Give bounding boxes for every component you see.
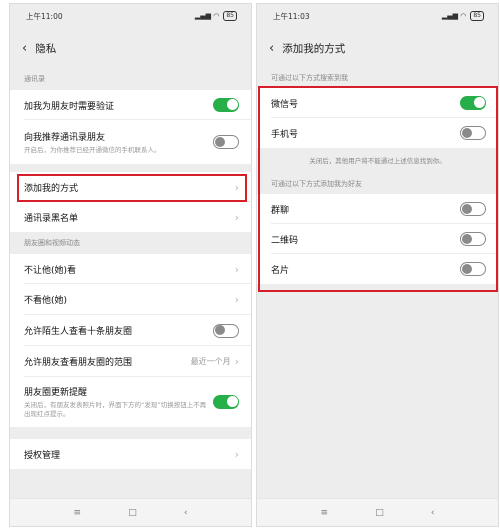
- verify-label: 加我为朋友时需要验证: [24, 101, 115, 112]
- status-time: 上午11:00: [26, 11, 63, 21]
- update-toggle[interactable]: [213, 395, 239, 409]
- range-row[interactable]: 允许朋友查看朋友圈的范围 最近一个月 ›: [10, 346, 251, 377]
- battery-icon: 85: [470, 11, 484, 21]
- nav-bar: ≡ □ ‹: [257, 498, 498, 526]
- page-title: 隐私: [35, 42, 57, 55]
- menu-icon[interactable]: ≡: [321, 508, 329, 518]
- recommend-toggle[interactable]: [213, 135, 239, 149]
- strangers-toggle[interactable]: [213, 323, 239, 338]
- hide-from-label: 不让他(她)看: [24, 265, 77, 276]
- verify-toggle[interactable]: [213, 98, 239, 112]
- highlight-box: [17, 174, 247, 202]
- strangers-label: 允许陌生人查看十条朋友圈: [24, 327, 133, 337]
- header: ‹ 隐私: [10, 28, 251, 68]
- recommend-desc: 开启后，为你推荐已经开通微信的手机联系人。: [24, 145, 161, 154]
- chevron-right-icon: ›: [234, 447, 239, 461]
- battery-icon: 85: [223, 11, 237, 21]
- range-value: 最近一个月: [190, 357, 231, 366]
- chevron-right-icon: ›: [234, 293, 239, 306]
- back-icon[interactable]: ‹: [431, 508, 435, 518]
- status-time: 上午11:03: [273, 11, 310, 21]
- section-moments: 朋友圈和视频动态: [24, 239, 80, 247]
- home-icon[interactable]: □: [375, 508, 384, 518]
- status-bar: 上午11:00 ▂▄▆ ◠ 85: [10, 4, 251, 28]
- privacy-screen: 上午11:00 ▂▄▆ ◠ 85 ‹ 隐私 通讯录 加我为朋友时需要验证 向我推…: [9, 3, 252, 527]
- chevron-right-icon: ›: [234, 355, 239, 368]
- strangers-row[interactable]: 允许陌生人查看十条朋友圈: [10, 315, 251, 346]
- update-label: 朋友圈更新提醒: [24, 388, 88, 399]
- range-label: 允许朋友查看朋友圈的范围: [24, 358, 133, 368]
- auth-label: 授权管理: [24, 450, 61, 461]
- not-see-row[interactable]: 不看他(她) ›: [10, 284, 251, 315]
- chevron-right-icon: ›: [234, 210, 239, 224]
- back-arrow-icon[interactable]: ‹: [22, 41, 27, 56]
- recommend-label: 向我推荐通讯录朋友: [24, 132, 106, 143]
- highlight-box: [258, 86, 498, 292]
- verify-row[interactable]: 加我为朋友时需要验证: [10, 90, 251, 120]
- nav-bar: ≡ □ ‹: [10, 498, 251, 526]
- recommend-row[interactable]: 向我推荐通讯录朋友 开启后，为你推荐已经开通微信的手机联系人。: [10, 120, 251, 164]
- blacklist-label: 通讯录黑名单: [24, 213, 79, 224]
- update-row[interactable]: 朋友圈更新提醒 关闭后，有朋友发表照片时，界面下方的“发现”切换按钮上不再出现红…: [10, 377, 251, 427]
- back-arrow-icon[interactable]: ‹: [269, 41, 274, 56]
- header: ‹ 添加我的方式: [257, 28, 498, 68]
- page-title: 添加我的方式: [282, 42, 346, 55]
- status-bar: 上午11:03 ▂▄▆ ◠ 85: [257, 4, 498, 28]
- menu-icon[interactable]: ≡: [74, 508, 82, 518]
- auth-row[interactable]: 授权管理 ›: [10, 439, 251, 469]
- update-desc: 关闭后，有朋友发表照片时，界面下方的“发现”切换按钮上不再出现红点提示。: [24, 401, 207, 418]
- home-icon[interactable]: □: [128, 508, 137, 518]
- section-contacts: 通讯录: [24, 75, 45, 83]
- back-icon[interactable]: ‹: [184, 508, 188, 518]
- add-methods-screen: 上午11:03 ▂▄▆ ◠ 85 ‹ 添加我的方式 可通过以下方式搜索到我 微信…: [256, 3, 499, 527]
- not-see-label: 不看他(她): [24, 296, 68, 306]
- signal-icon: ▂▄▆ ◠: [441, 12, 467, 20]
- signal-icon: ▂▄▆ ◠: [194, 12, 220, 20]
- chevron-right-icon: ›: [234, 262, 239, 276]
- hide-from-row[interactable]: 不让他(她)看 ›: [10, 254, 251, 284]
- blacklist-row[interactable]: 通讯录黑名单 ›: [10, 202, 251, 232]
- section-search: 可通过以下方式搜索到我: [271, 74, 348, 82]
